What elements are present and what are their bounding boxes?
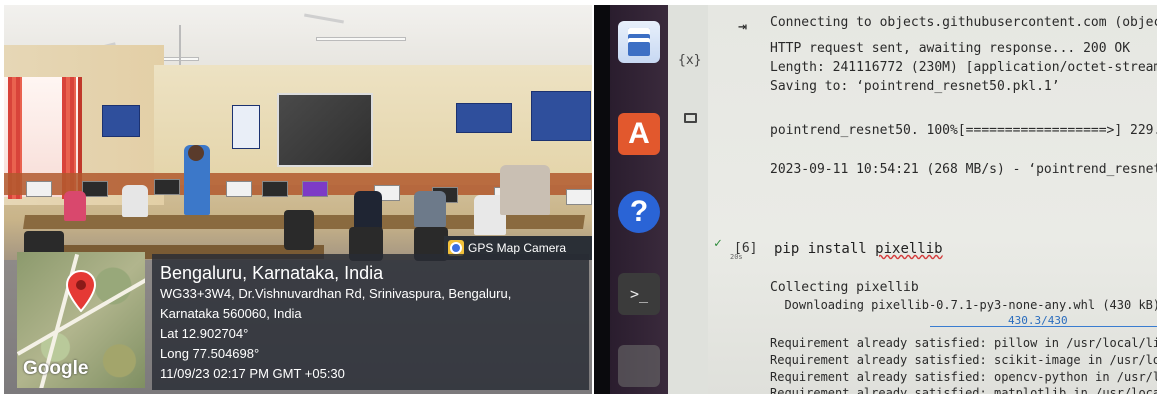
output-arrow-icon: ⇥ (738, 17, 748, 35)
ubuntu-dock: A ? >_ (610, 5, 668, 394)
person-seated (64, 191, 86, 221)
install-line: Collecting pixellib (770, 280, 919, 295)
person-seated (122, 185, 148, 217)
address-line: WG33+3W4, Dr.Vishnuvardhan Rd, Srinivasp… (160, 286, 512, 301)
location-pin-icon (65, 270, 97, 312)
folder-icon[interactable] (684, 113, 697, 123)
longitude-text: Long 77.504698° (160, 346, 260, 361)
laptop-screen-photo: A ? >_ {x} ⇥ Connecting to objects.githu… (594, 5, 1157, 394)
location-title: Bengaluru, Karnataka, India (160, 263, 384, 283)
address-line: Karnataka 560060, India (160, 306, 302, 321)
output-line: Connecting to objects.githubusercontent.… (770, 15, 1157, 30)
output-line: Length: 241116772 (230M) [application/oc… (770, 60, 1157, 75)
code-text: pip install (774, 241, 876, 257)
timestamp-text: 11/09/23 02:17 PM GMT +05:30 (160, 366, 345, 381)
map-thumbnail: Google (17, 252, 145, 388)
classroom-photo: GPS Map Camera Google Bengaluru, Karnata… (4, 5, 592, 394)
location-info-box: Bengaluru, Karnataka, India WG33+3W4, Dr… (152, 254, 589, 390)
notebook-output-area: ⇥ Connecting to objects.githubuserconten… (708, 5, 1157, 394)
document-viewer-icon[interactable] (618, 21, 660, 63)
person-head (188, 145, 204, 161)
app-store-icon[interactable]: A (618, 113, 660, 155)
install-line: Requirement already satisfied: opencv-py… (770, 370, 1157, 384)
monitor (302, 181, 328, 197)
terminal-icon[interactable]: >_ (618, 273, 660, 315)
wall-poster (456, 103, 512, 133)
output-line: HTTP request sent, awaiting response... … (770, 41, 1131, 56)
person-seated (414, 191, 446, 227)
latitude-text: Lat 12.902704° (160, 326, 249, 341)
cell-execution-count: [6] (734, 241, 758, 256)
projector-screen (277, 93, 373, 167)
notebook-sidebar: {x} (668, 5, 708, 394)
person-standing (500, 165, 550, 215)
install-line: Downloading pixellib-0.7.1-py3-none-any.… (770, 298, 1157, 312)
ceiling-light (316, 37, 406, 41)
monitor (82, 181, 108, 197)
wall-poster (531, 91, 591, 141)
person-seated (354, 191, 382, 229)
monitor (566, 189, 592, 205)
code-cell[interactable]: pip install pixellib (774, 241, 943, 257)
output-line: Saving to: ‘pointrend_resnet50.pkl.1’ (770, 79, 1060, 94)
output-line: pointrend_resnet50. 100%[===============… (770, 123, 1157, 138)
projector-rod (179, 25, 181, 65)
monitor (26, 181, 52, 197)
variables-icon[interactable]: {x} (678, 53, 701, 68)
monitor (154, 179, 180, 195)
install-line: Requirement already satisfied: scikit-im… (770, 353, 1157, 367)
chair (284, 210, 314, 250)
code-package-name: pixellib (875, 241, 943, 257)
blank-app-icon[interactable] (618, 345, 660, 387)
install-line: Requirement already satisfied: pillow in… (770, 336, 1157, 350)
install-line: Requirement already satisfied: matplotli… (770, 386, 1157, 394)
google-wordmark: Google (23, 358, 89, 379)
monitor (262, 181, 288, 197)
monitor (226, 181, 252, 197)
output-line: 2023-09-11 10:54:21 (268 MB/s) - ‘pointr… (770, 162, 1157, 177)
help-icon[interactable]: ? (618, 191, 660, 233)
wall-poster (102, 105, 140, 137)
download-progress-text: 430.3/430 (1008, 314, 1068, 327)
wall-poster (232, 105, 260, 149)
cell-status-check-icon: ✓ (714, 236, 722, 251)
gps-camera-label: GPS Map Camera (468, 241, 567, 255)
